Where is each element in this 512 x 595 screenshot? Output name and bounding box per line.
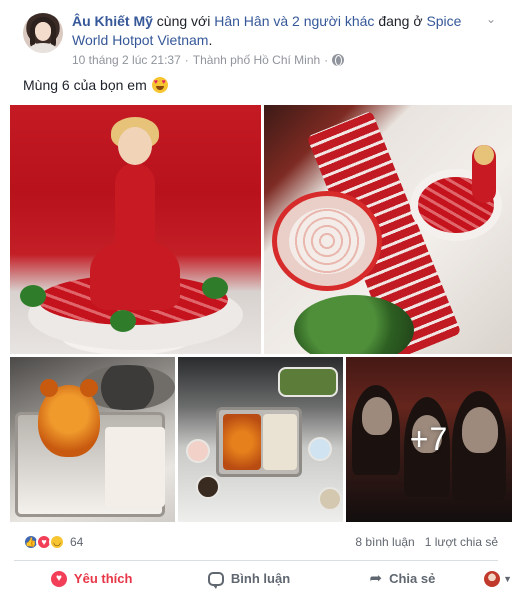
meta-separator-2: · [324,53,329,67]
more-photos-count[interactable]: +7 [346,357,512,522]
reaction-summary[interactable]: 👍 ♥ ◡ 64 [23,534,83,550]
heart-eyes-emoji-icon [151,77,168,93]
share-arrow-icon: ➦ [369,570,383,587]
doll-head-shape [118,127,152,165]
divider [14,560,498,561]
herb-shape [110,310,136,332]
others-link[interactable]: và 2 người khác [273,13,374,29]
photo-1[interactable] [10,105,261,354]
feed-post: Âu Khiết Mỹ cùng với Hân Hân và 2 người … [0,0,512,595]
dish-shape [196,475,220,499]
engagement-counts: 8 bình luận 1 lượt chia sẻ [355,535,498,549]
herb-shape [20,285,46,307]
post-meta: 10 tháng 2 lúc 21:37 · Thành phố Hồ Chí … [72,53,345,67]
reaction-audience-selector[interactable]: ▼ [484,570,512,587]
photo-4[interactable] [178,357,343,522]
hotpot-shape [216,407,302,477]
dish-shape [318,487,342,511]
fish-slices-shape [289,208,365,274]
avatar-shirt [29,43,57,53]
photo-3[interactable] [10,357,175,522]
author-name[interactable]: Âu Khiết Mỹ [72,13,153,29]
profile-mini-avatar [484,570,501,587]
comment-count-link[interactable]: 8 bình luận [355,535,414,549]
haha-icon: ◡ [49,534,65,550]
dish-shape [278,367,338,397]
chevron-down-icon[interactable]: ⌄ [484,13,498,25]
at-text: đang ở [378,13,423,29]
fish-plate-shape [272,191,382,291]
author-avatar[interactable] [23,13,63,53]
post-timestamp[interactable]: 10 tháng 2 lúc 21:37 [72,53,181,67]
post-header: Âu Khiết Mỹ cùng với Hân Hân và 2 người … [72,12,472,50]
dish-shape [186,439,210,463]
caret-down-icon: ▼ [503,573,512,584]
share-count-link[interactable]: 1 lượt chia sẻ [425,535,498,549]
globe-icon[interactable] [332,54,345,66]
action-bar: ♥ Yêu thích Bình luận ➦ Chia sẻ ▼ [14,562,512,595]
location-link[interactable]: Thành phố Hồ Chí Minh [193,53,320,67]
meta-separator: · [184,53,189,67]
avatar-face [35,22,51,41]
comment-bubble-icon [207,571,224,589]
heart-icon: ♥ [50,570,67,587]
dish-shape [308,437,332,461]
post-caption: Mùng 6 của bọn em [23,77,168,93]
reaction-count: 64 [70,535,84,549]
photo-2[interactable] [264,105,512,354]
share-button-label: Chia sẻ [389,571,436,586]
with-text: cùng với [156,13,211,29]
love-button[interactable]: ♥ Yêu thích [14,562,169,595]
comment-button[interactable]: Bình luận [169,562,328,595]
clear-broth-shape [263,414,297,470]
caption-text: Mùng 6 của bọn em [23,77,147,93]
doll-head-shape [474,145,494,165]
comment-button-label: Bình luận [230,571,291,586]
love-button-label: Yêu thích [73,571,133,586]
share-button[interactable]: ➦ Chia sẻ [329,562,476,595]
herb-shape [202,277,228,299]
tagged-person-link[interactable]: Hân Hân [214,13,269,29]
broth-shape [105,427,165,507]
spicy-broth-shape [223,414,261,470]
bear-butter-shape [38,379,100,457]
place-suffix: . [208,32,213,48]
doll-body-shape [115,163,155,253]
